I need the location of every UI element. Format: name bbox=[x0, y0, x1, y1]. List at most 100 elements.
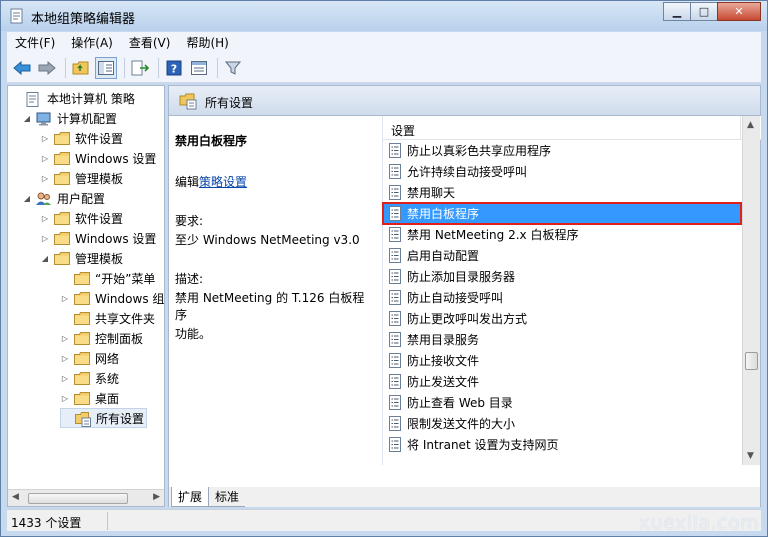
tree-item[interactable]: ▷ 网络 bbox=[60, 348, 119, 368]
export-list-button[interactable] bbox=[129, 57, 151, 79]
tree-item[interactable]: ▷ 管理模板 bbox=[40, 168, 123, 188]
collapse-arrow-icon[interactable]: ◢ bbox=[22, 114, 32, 123]
setting-label: 启用自动配置 bbox=[407, 249, 480, 263]
back-button[interactable] bbox=[11, 57, 33, 79]
tree-item-label: 管理模板 bbox=[75, 171, 124, 186]
close-icon: ✕ bbox=[734, 5, 744, 18]
tree-item[interactable]: ▷ 系统 bbox=[60, 368, 119, 388]
tree-item[interactable]: ◢ 管理模板 bbox=[40, 248, 123, 268]
tree-item[interactable]: 所有设置 bbox=[60, 408, 148, 428]
setting-label: 限制发送文件的大小 bbox=[407, 417, 516, 431]
expand-arrow-icon[interactable]: ▷ bbox=[40, 154, 50, 163]
setting-row[interactable]: 防止以真彩色共享应用程序 bbox=[383, 140, 741, 161]
minimize-button[interactable]: ▁ bbox=[663, 2, 691, 21]
users-icon bbox=[36, 192, 52, 205]
close-button[interactable]: ✕ bbox=[717, 2, 761, 21]
expand-arrow-icon[interactable]: ▷ bbox=[60, 354, 70, 363]
tree-item[interactable]: ▷ 软件设置 bbox=[40, 208, 123, 228]
collapse-arrow-icon[interactable]: ◢ bbox=[22, 194, 32, 203]
tab-standard[interactable]: 标准 bbox=[209, 487, 246, 507]
tree-item[interactable]: ◢ 计算机配置 bbox=[22, 108, 117, 128]
tree-item[interactable]: ▷ 控制面板 bbox=[60, 328, 143, 348]
details-header-title: 所有设置 bbox=[205, 96, 254, 110]
setting-row[interactable]: 限制发送文件的大小 bbox=[383, 413, 741, 434]
settings-list[interactable]: 设置 防止以真彩色共享应用程序 允许持续自动接受呼叫禁用聊天禁用白板程序 禁用 Ne… bbox=[382, 116, 761, 465]
menu-help[interactable]: 帮助(H) bbox=[178, 34, 236, 51]
setting-row[interactable]: 禁用聊天 bbox=[383, 182, 741, 203]
expand-arrow-icon[interactable]: ▷ bbox=[60, 334, 70, 343]
setting-row[interactable]: 启用自动配置 bbox=[383, 245, 741, 266]
setting-row[interactable]: 防止接收文件 bbox=[383, 350, 741, 371]
tree-item[interactable]: ▷ Windows 设置 bbox=[40, 148, 156, 168]
help-button[interactable]: ? bbox=[163, 57, 185, 79]
expand-arrow-icon[interactable]: ▷ bbox=[60, 294, 70, 303]
properties-button[interactable] bbox=[188, 57, 210, 79]
setting-row[interactable]: 防止自动接受呼叫 bbox=[383, 287, 741, 308]
menu-action[interactable]: 操作(A) bbox=[63, 34, 121, 51]
setting-label: 防止添加目录服务器 bbox=[407, 270, 516, 284]
menu-file[interactable]: 文件(F) bbox=[7, 34, 63, 51]
tree-item[interactable]: ◢ 用户配置 bbox=[22, 188, 105, 208]
scroll-up-icon[interactable]: ▲ bbox=[747, 120, 754, 130]
setting-row[interactable]: 防止更改呼叫发出方式 bbox=[383, 308, 741, 329]
expand-arrow-icon[interactable]: ▷ bbox=[40, 234, 50, 243]
setting-row[interactable]: 禁用白板程序 bbox=[382, 202, 742, 225]
scroll-thumb[interactable] bbox=[28, 493, 128, 504]
toolbar-separator bbox=[124, 57, 125, 78]
scroll-thumb[interactable] bbox=[745, 352, 758, 370]
setting-row[interactable]: 禁用目录服务 bbox=[383, 329, 741, 350]
tree-horizontal-scrollbar[interactable]: ◀ ▶ bbox=[8, 489, 164, 506]
tree-item[interactable]: ▷ 桌面 bbox=[60, 388, 119, 408]
tree-item-label: 软件设置 bbox=[75, 131, 124, 146]
collapse-arrow-icon[interactable]: ◢ bbox=[40, 254, 50, 263]
expand-arrow-icon[interactable]: ▷ bbox=[40, 134, 50, 143]
console-tree[interactable]: 本地计算机 策略 ◢ 计算机配置 ▷ 软件设置 ▷ Windows 设置 ▷ 管理模板 ◢ 用户配置… bbox=[7, 85, 165, 507]
setting-row[interactable]: 防止发送文件 bbox=[383, 371, 741, 392]
description-text-line2: 功能。 bbox=[175, 327, 212, 341]
expand-arrow-icon[interactable]: ▷ bbox=[60, 394, 70, 403]
tree-item[interactable]: “开始”菜单 bbox=[60, 268, 155, 288]
tree-item-label: 计算机配置 bbox=[57, 111, 118, 126]
expand-arrow-icon[interactable]: ▷ bbox=[40, 174, 50, 183]
setting-row[interactable]: 允许持续自动接受呼叫 bbox=[383, 161, 741, 182]
menu-view[interactable]: 查看(V) bbox=[121, 34, 179, 51]
tree-item[interactable]: 本地计算机 策略 bbox=[12, 88, 135, 108]
tree-item-label: 控制面板 bbox=[95, 331, 144, 346]
tree-item-label: 桌面 bbox=[95, 391, 120, 406]
setting-row[interactable]: 防止添加目录服务器 bbox=[383, 266, 741, 287]
expand-arrow-icon[interactable]: ▷ bbox=[40, 214, 50, 223]
description-label: 描述: bbox=[175, 272, 204, 286]
tab-extended[interactable]: 扩展 bbox=[171, 487, 210, 507]
scroll-left-icon[interactable]: ◀ bbox=[12, 492, 19, 502]
forward-button[interactable] bbox=[36, 57, 58, 79]
filter-button[interactable] bbox=[222, 57, 244, 79]
setting-label: 禁用聊天 bbox=[407, 186, 456, 200]
folder-icon bbox=[54, 231, 70, 245]
settings-column-header[interactable]: 设置 bbox=[383, 116, 761, 140]
settings-column-label: 设置 bbox=[391, 124, 416, 138]
folder-icon bbox=[74, 391, 90, 405]
watermark-text: xuexila.com bbox=[638, 512, 759, 534]
folder-icon bbox=[74, 311, 90, 325]
all-settings-icon bbox=[75, 411, 91, 427]
setting-row[interactable]: 将 Intranet 设置为支持网页 bbox=[383, 434, 741, 455]
tree-item[interactable]: ▷ Windows 设置 bbox=[40, 228, 156, 248]
back-arrow-icon bbox=[13, 60, 31, 75]
title-bar[interactable]: 本地组策略编辑器 ▁ □ ✕ bbox=[1, 1, 767, 31]
scroll-down-icon[interactable]: ▼ bbox=[747, 451, 754, 461]
maximize-button[interactable]: □ bbox=[690, 2, 718, 21]
scroll-right-icon[interactable]: ▶ bbox=[153, 492, 160, 502]
edit-policy-link[interactable]: 策略设置 bbox=[199, 175, 247, 189]
setting-row[interactable]: 防止查看 Web 目录 bbox=[383, 392, 741, 413]
expand-arrow-icon[interactable]: ▷ bbox=[60, 374, 70, 383]
folder-icon bbox=[74, 271, 90, 285]
tree-item[interactable]: ▷ 软件设置 bbox=[40, 128, 123, 148]
setting-label: 防止自动接受呼叫 bbox=[407, 291, 504, 305]
tree-item[interactable]: ▷ Windows 组件 bbox=[60, 288, 164, 308]
up-folder-button[interactable] bbox=[70, 57, 92, 79]
tree-item[interactable]: 共享文件夹 bbox=[60, 308, 155, 328]
settings-vertical-scrollbar[interactable]: ▲ ▼ bbox=[742, 116, 760, 465]
show-hide-tree-button[interactable] bbox=[95, 56, 117, 79]
setting-row[interactable]: 禁用 NetMeeting 2.x 白板程序 bbox=[383, 224, 741, 245]
setting-icon bbox=[389, 311, 401, 326]
